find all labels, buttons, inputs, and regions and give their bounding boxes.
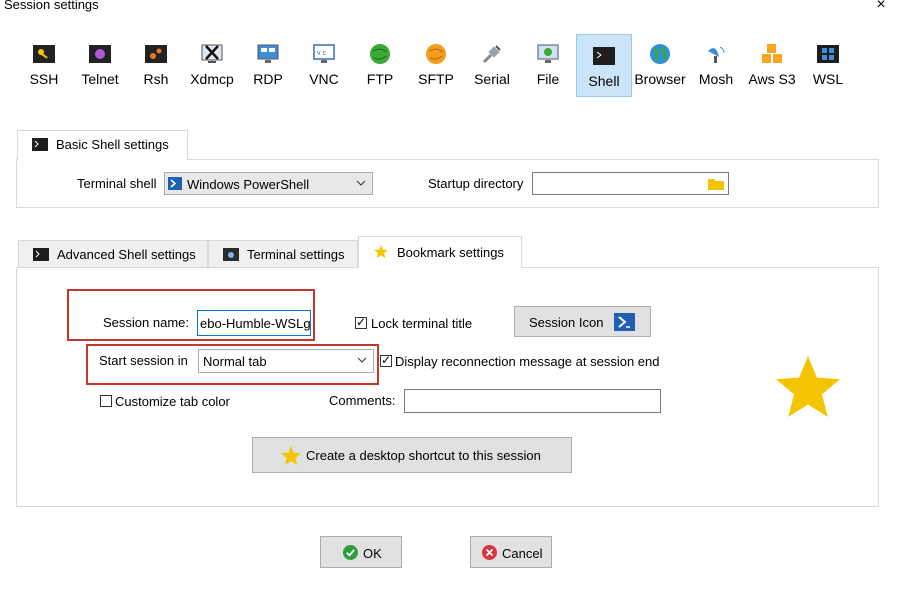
folder-icon[interactable] — [708, 177, 724, 190]
plug-icon — [482, 45, 501, 64]
tab-terminal-settings[interactable]: Terminal settings — [208, 240, 358, 268]
session-type-wsl[interactable]: WSL — [801, 36, 855, 94]
terminal-icon — [33, 248, 49, 261]
star-icon — [374, 245, 388, 258]
session-icon-button[interactable]: Session Icon — [514, 306, 651, 337]
session-type-ftp[interactable]: FTP — [353, 36, 407, 94]
cancel-circle-icon — [482, 545, 497, 560]
session-type-telnet[interactable]: Telnet — [73, 36, 127, 94]
key-icon — [33, 45, 55, 63]
gears-icon — [145, 45, 167, 63]
session-type-xdmcp[interactable]: Xdmcp — [185, 36, 239, 94]
tab-basic-shell-settings[interactable]: Basic Shell settings — [17, 130, 188, 161]
star-icon — [281, 446, 301, 465]
session-type-vnc[interactable]: v c VNC — [297, 36, 351, 94]
session-type-serial[interactable]: Serial — [465, 36, 519, 94]
globe-green-icon — [370, 44, 390, 64]
session-name-label: Session name: — [103, 315, 189, 330]
tab-bookmark-settings[interactable]: Bookmark settings — [358, 236, 522, 268]
satellite-icon — [708, 46, 725, 63]
startup-directory-field[interactable] — [532, 172, 729, 195]
customize-tab-color-checkbox[interactable] — [100, 395, 112, 407]
customize-tab-color-label: Customize tab color — [115, 394, 230, 409]
check-circle-icon — [343, 545, 358, 560]
lock-terminal-title-checkbox[interactable]: ✓ — [355, 315, 367, 329]
lock-terminal-title-label: Lock terminal title — [371, 316, 473, 331]
session-type-rsh[interactable]: Rsh — [129, 36, 183, 94]
powershell-icon — [168, 177, 182, 190]
session-type-file[interactable]: File — [521, 36, 575, 94]
chevron-down-icon — [356, 180, 366, 186]
session-type-aws-s3[interactable]: Aws S3 — [745, 36, 799, 94]
earth-icon — [650, 44, 670, 64]
windows-icon — [817, 45, 839, 63]
session-type-sftp[interactable]: SFTP — [409, 36, 463, 94]
startup-directory-label: Startup directory — [428, 176, 524, 191]
terminal-shell-select[interactable]: Windows PowerShell — [164, 172, 373, 195]
terminal-shell-label: Terminal shell — [77, 176, 157, 191]
monitor-icon — [257, 44, 279, 63]
close-button[interactable]: × — [873, 0, 889, 14]
session-type-mosh[interactable]: Mosh — [689, 36, 743, 94]
start-session-select[interactable]: Normal tab — [198, 349, 374, 373]
ok-button[interactable]: OK — [320, 536, 402, 568]
globe-orange-icon — [426, 44, 446, 64]
cancel-button[interactable]: Cancel — [470, 536, 552, 568]
start-session-label: Start session in — [99, 353, 188, 368]
cubes-icon — [762, 44, 782, 63]
session-type-rdp[interactable]: RDP — [241, 36, 295, 94]
tab-advanced-shell-settings[interactable]: Advanced Shell settings — [18, 240, 208, 268]
window-title: Session settings — [4, 0, 99, 12]
bookmark-star-icon — [776, 356, 840, 417]
svg-text:v c: v c — [317, 50, 326, 57]
x-icon — [201, 44, 223, 63]
terminal-icon — [32, 138, 48, 151]
powershell-icon — [614, 313, 635, 331]
monitor-file-icon — [537, 44, 559, 63]
terminal-icon — [593, 47, 615, 65]
create-shortcut-button[interactable]: Create a desktop shortcut to this sessio… — [252, 437, 572, 473]
reconnection-message-checkbox[interactable]: ✓ — [380, 353, 392, 367]
comments-label: Comments: — [329, 393, 396, 408]
session-type-browser[interactable]: Browser — [633, 36, 687, 94]
vnc-icon: v c — [313, 44, 335, 63]
telnet-icon — [89, 45, 111, 63]
reconnection-message-label: Display reconnection message at session … — [395, 354, 660, 369]
session-type-ssh[interactable]: SSH — [17, 36, 71, 94]
comments-input[interactable] — [404, 389, 661, 413]
session-type-shell[interactable]: Shell — [576, 34, 632, 97]
terminal-settings-icon — [223, 248, 239, 261]
chevron-down-icon — [357, 357, 367, 363]
session-name-input[interactable]: ebo-Humble-WSLg — [197, 310, 311, 336]
